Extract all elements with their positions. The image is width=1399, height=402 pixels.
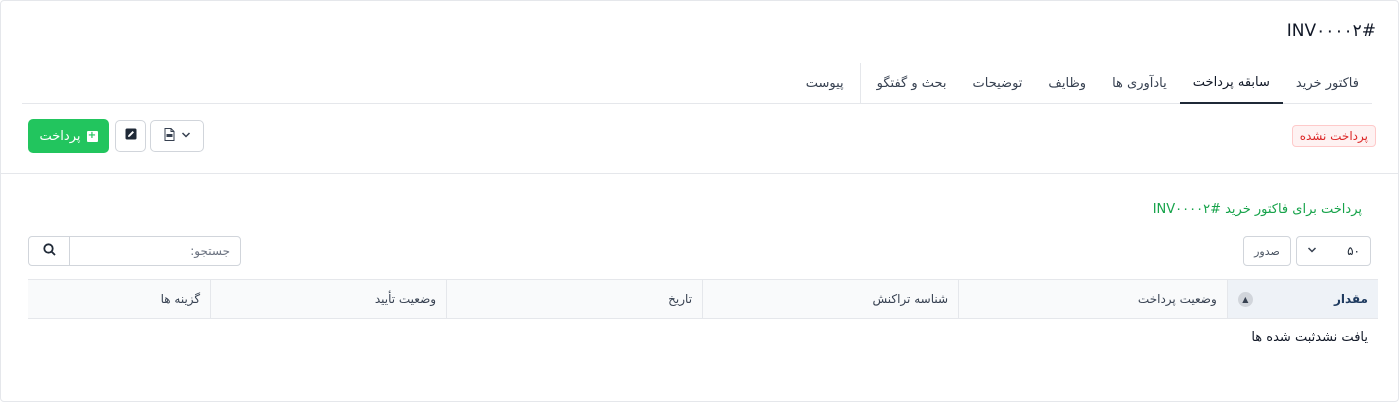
- empty-message: یافت نشدثبت شده ها: [1251, 330, 1368, 345]
- column-header-approval-status[interactable]: وضعیت تأیید: [210, 280, 446, 318]
- column-header-transaction-id[interactable]: شناسه تراکنش: [702, 280, 958, 318]
- invoice-title: INV۰۰۰۰۲#: [1286, 21, 1376, 41]
- pdf-dropdown-button[interactable]: [150, 120, 204, 152]
- tab-reminders[interactable]: یادآوری ها: [1099, 63, 1180, 103]
- tab-notes[interactable]: توضیحات: [960, 63, 1036, 103]
- page-length-select[interactable]: ۵۰: [1296, 236, 1371, 266]
- page-length-value: ۵۰: [1347, 244, 1360, 258]
- sort-icon: ▲: [1237, 291, 1253, 307]
- tab-tasks[interactable]: وظایف: [1035, 63, 1099, 103]
- column-header-options[interactable]: گزینه ها: [28, 280, 210, 318]
- payment-button-label: پرداخت: [39, 128, 81, 144]
- payment-button[interactable]: + پرداخت: [28, 119, 109, 153]
- tab-divider: [859, 63, 861, 103]
- edit-button[interactable]: [115, 120, 146, 152]
- tab-attachments[interactable]: پیوست: [793, 63, 857, 103]
- chevron-down-icon: [1307, 244, 1317, 258]
- column-header-date[interactable]: تاریخ: [446, 280, 702, 318]
- chevron-down-icon: [181, 129, 191, 144]
- column-header-amount[interactable]: مقدار ▲: [1226, 280, 1378, 318]
- tab-bar: فاکتور خرید سابقه پرداخت یادآوری ها وظای…: [22, 63, 1372, 104]
- search-box: [28, 236, 241, 266]
- tab-discussion[interactable]: بحث و گفتگو: [864, 63, 960, 103]
- search-input[interactable]: [70, 237, 240, 265]
- pdf-file-icon: [164, 127, 175, 145]
- column-header-payment-status[interactable]: وضعیت پرداخت: [958, 280, 1227, 318]
- search-button[interactable]: [29, 237, 70, 265]
- edit-icon: [125, 128, 137, 144]
- status-badge: پرداخت نشده: [1291, 125, 1376, 147]
- tab-purchase-invoice[interactable]: فاکتور خرید: [1283, 63, 1372, 103]
- table-header: مقدار ▲ وضعیت پرداخت شناسه تراکنش تاریخ …: [28, 279, 1378, 319]
- section-title: پرداخت برای فاکتور خرید #INV۰۰۰۰۲: [1152, 202, 1362, 217]
- payments-table: مقدار ▲ وضعیت پرداخت شناسه تراکنش تاریخ …: [28, 279, 1378, 356]
- search-icon: [42, 242, 56, 260]
- invoice-card: INV۰۰۰۰۲# فاکتور خرید سابقه پرداخت یادآو…: [0, 0, 1399, 402]
- plus-square-icon: +: [86, 129, 98, 142]
- tab-payment-history[interactable]: سابقه پرداخت: [1179, 63, 1283, 104]
- export-button[interactable]: صدور: [1243, 236, 1291, 266]
- section-divider: [1, 173, 1399, 174]
